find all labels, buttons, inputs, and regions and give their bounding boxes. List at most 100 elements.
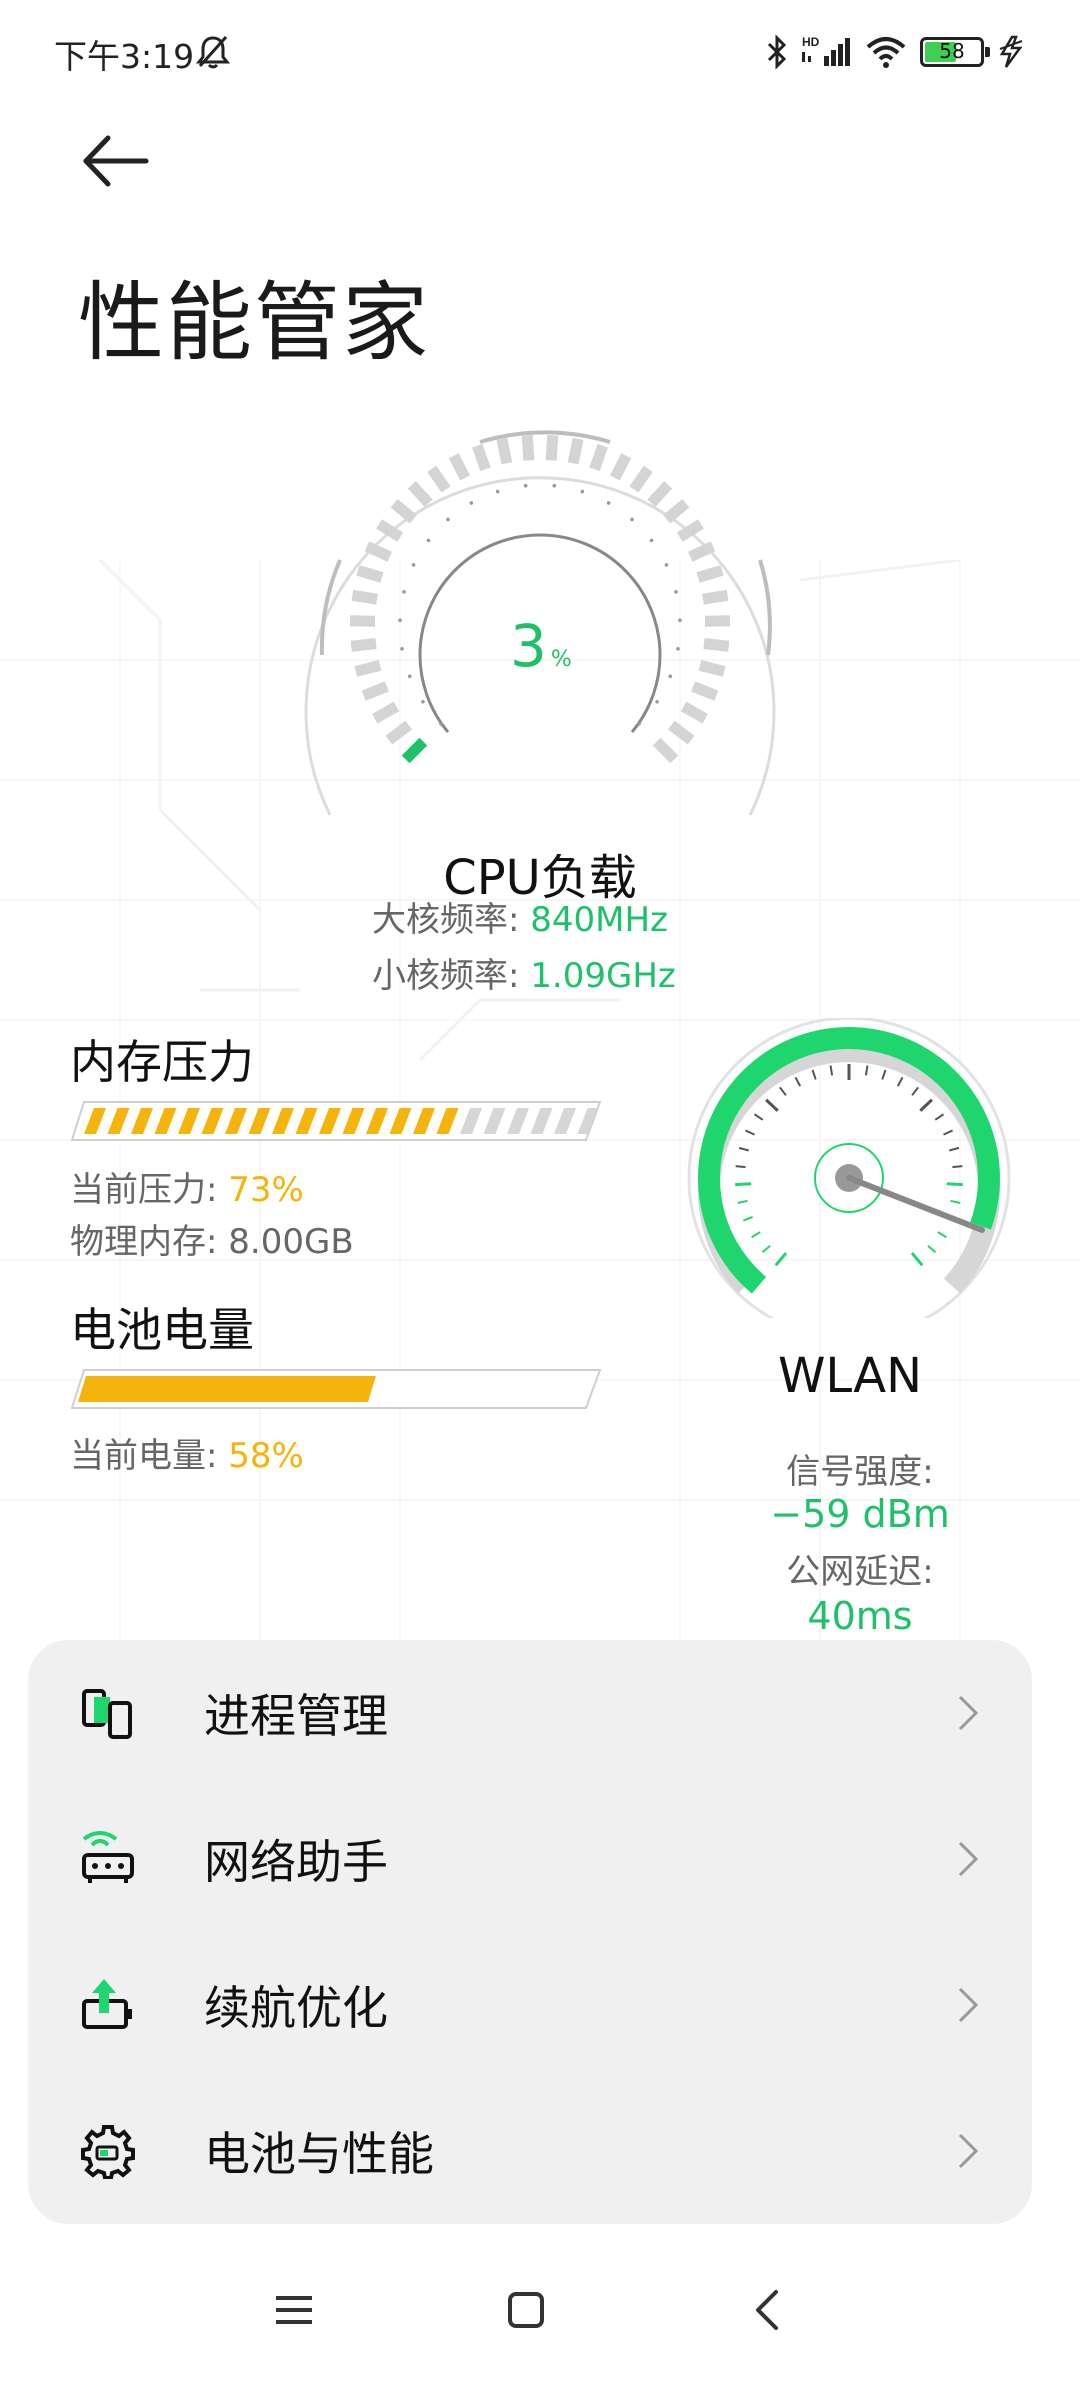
cpu-gauge-segment [472,443,491,472]
hd-signal-icon: HD [802,35,850,66]
cpu-gauge-segment [349,615,376,627]
menu-icon[interactable] [264,2280,324,2340]
cpu-gauge-dot [580,489,585,494]
latency-label: 公网延迟: [786,1552,934,1592]
wlan-gauge-tick [934,1113,945,1121]
cpu-gauge-dot [402,590,406,594]
cpu-gauge-segment [687,541,716,562]
cpu-gauge-dot [421,699,425,704]
wlan-gauge-tick [742,1216,753,1222]
memory-pressure-bar [70,1101,602,1141]
back-arrow-icon[interactable] [76,126,156,196]
cpu-gauge-dot [407,674,412,679]
menu-label-battery-performance: 电池与性能 [204,2127,434,2181]
physical-memory-info: 物理内存: 8.00GB [70,1214,354,1263]
gear-battery-icon [81,2125,135,2179]
signal-strength-value: −59 dBm [770,1492,950,1536]
cpu-gauge-dot [426,538,431,543]
chevron-right-icon [958,1841,979,1877]
cpu-gauge-dot [400,646,404,651]
big-core-label: 大核频率: [372,900,520,940]
wlan-gauge-tick [735,1182,752,1187]
wlan-gauge-tick [950,1199,961,1204]
menu-label-battery-optimization: 续航优化 [204,1981,388,2035]
little-core-value: 1.09GHz [530,956,676,996]
cpu-gauge-dot [446,517,450,522]
wlan-gauge-tick [943,1129,954,1136]
physical-memory-label: 物理内存: [70,1222,218,1262]
wlan-gauge-tick [751,1231,761,1239]
menu-item-process-management[interactable]: 进程管理 [28,1640,1032,1786]
cpu-gauge-dot [469,501,474,505]
back-icon[interactable] [738,2280,798,2340]
status-icons: HD 58 [766,30,1024,74]
wlan-title: WLAN [777,1348,923,1404]
cpu-gauge-segment [407,481,433,507]
bell-muted-icon [196,35,230,69]
home-icon[interactable] [496,2280,556,2340]
performance-manager-screen: 下午3:19 HD 58 性能管家 3 % CPU负载 大核频率: 840MHz… [0,0,1080,2400]
cpu-gauge-segment [401,737,428,764]
cpu-gauge-dot [411,563,416,567]
wlan-gauge-tick [919,1098,933,1112]
cpu-gauge-segment [567,437,584,465]
menu-item-battery-optimization[interactable]: 续航优化 [28,1932,1032,2078]
bluetooth-icon [767,34,787,70]
wlan-gauge-tick [765,1098,779,1112]
menu-item-network-assistant[interactable]: 网络助手 [28,1786,1032,1932]
cpu-gauge-dots [398,483,682,726]
cpu-gauge-segment [351,589,378,605]
cpu-gauge-segment [372,701,400,724]
status-bar: 下午3:19 HD 58 [0,0,1080,110]
menu-item-battery-performance[interactable]: 电池与性能 [28,2078,1032,2224]
wlan-gauge-tick [911,1086,919,1096]
memory-pressure-info: 当前压力: 73% [70,1162,304,1211]
wlan-gauge-tick [829,1065,834,1076]
router-icon [82,1831,134,1883]
wlan-gauge-tick [735,1165,746,1169]
wlan-gauge-tick [896,1076,904,1087]
memory-pressure-label: 当前压力: [70,1170,218,1210]
cpu-gauge-dot [668,674,673,679]
wlan-gauge-tick [761,1245,771,1254]
charging-bolt-icon [999,35,1023,68]
cpu-gauge-dot [655,699,659,704]
cpu-gauge-dot [637,722,641,726]
battery-icon: 58 [920,37,990,67]
cpu-gauge-segment [691,681,719,701]
cpu-gauge-segment [702,589,729,605]
cpu-gauge-dot [649,538,654,543]
cpu-gauge-segment [448,453,470,481]
cpu-gauge-dot [676,646,680,651]
cpu-gauge-segment [589,443,608,472]
cpu-gauge-dot [495,489,500,494]
cpu-gauge-dot [606,501,611,505]
wlan-gauge-tick [811,1069,817,1080]
cpu-gauge-segment [385,720,413,745]
cpu-gauge-segment [663,499,690,524]
feature-menu: 进程管理 网络助手 续航优化 电池与性能 [28,1640,1032,2224]
cpu-gauge-dot [523,483,528,488]
battery-upgrade-icon [82,1979,132,2029]
cpu-gauge-segment [698,659,726,677]
cpu-gauge-segment [647,481,673,507]
cpu-gauge-segment [703,638,730,652]
chevron-right-icon [958,2133,979,2169]
physical-memory-value: 8.00GB [228,1222,354,1262]
status-time: 下午3:19 [54,37,195,76]
wlan-gauge-tick [779,1086,787,1096]
cpu-gauge-segment [356,565,384,583]
process-manager-icon [82,1689,132,1739]
latency-value: 40ms [807,1594,913,1638]
cpu-gauge-ticks [349,435,731,764]
wlan-gauge-tick [927,1245,937,1254]
little-core-label: 小核频率: [372,956,520,996]
cpu-gauge-segment [361,681,389,701]
wlan-gauge-tick [881,1069,887,1080]
battery-level-fill [78,1376,376,1402]
cpu-gauge-dot [664,563,669,567]
wlan-gauge-tick [937,1231,947,1239]
cpu-gauge-segment [652,737,679,764]
wlan-gauge [687,1018,1011,1318]
wlan-gauge-tick [794,1076,802,1087]
